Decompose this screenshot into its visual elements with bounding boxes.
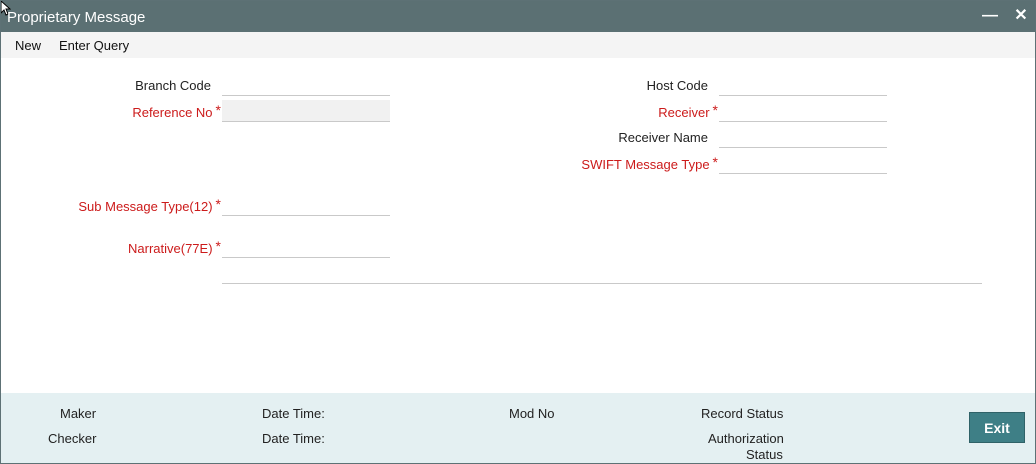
receiver-name-field[interactable] <box>719 126 887 148</box>
maker-label: Maker <box>60 406 97 421</box>
host-code-label: Host Code <box>646 78 708 93</box>
reference-no-label: Reference No * <box>132 102 221 120</box>
sub-message-type-field[interactable] <box>222 194 390 216</box>
receiver-label: Receiver * <box>658 102 718 120</box>
checker-datetime-label: Date Time: <box>262 431 325 446</box>
narrative-label: Narrative(77E) * <box>128 238 221 256</box>
reference-no-field[interactable] <box>222 100 390 122</box>
exit-button[interactable]: Exit <box>969 412 1025 443</box>
authorization-status-label-line2: Status <box>746 447 783 462</box>
authorization-status-label: Authorization <box>708 431 784 446</box>
narrative-field[interactable] <box>222 236 390 258</box>
mod-no-label: Mod No <box>509 406 555 421</box>
close-icon[interactable]: ✕ <box>1010 5 1032 27</box>
required-marker: * <box>712 154 718 170</box>
required-marker: * <box>215 102 221 118</box>
enter-query-button[interactable]: Enter Query <box>59 38 129 53</box>
branch-code-field[interactable] <box>222 74 390 96</box>
sub-message-type-label: Sub Message Type(12) * <box>78 196 221 214</box>
checker-label: Checker <box>48 431 97 446</box>
title-bar: Proprietary Message — ✕ <box>1 1 1035 32</box>
minimize-icon[interactable]: — <box>979 5 1001 27</box>
receiver-field[interactable] <box>719 100 887 122</box>
audit-footer <box>1 393 1035 463</box>
swift-message-type-label: SWIFT Message Type * <box>581 154 718 172</box>
receiver-name-label: Receiver Name <box>618 130 708 145</box>
required-marker: * <box>712 102 718 118</box>
new-button[interactable]: New <box>15 38 41 53</box>
maker-datetime-label: Date Time: <box>262 406 325 421</box>
branch-code-label: Branch Code <box>135 78 211 93</box>
record-status-label: Record Status <box>701 406 784 421</box>
required-marker: * <box>215 238 221 254</box>
narrative-divider <box>222 283 982 284</box>
window-title: Proprietary Message <box>7 9 146 26</box>
proprietary-message-window: Proprietary Message — ✕ New Enter Query … <box>0 0 1036 464</box>
host-code-field[interactable] <box>719 74 887 96</box>
menu-bar: New Enter Query <box>1 32 1035 58</box>
required-marker: * <box>215 196 221 212</box>
swift-message-type-field[interactable] <box>719 152 887 174</box>
